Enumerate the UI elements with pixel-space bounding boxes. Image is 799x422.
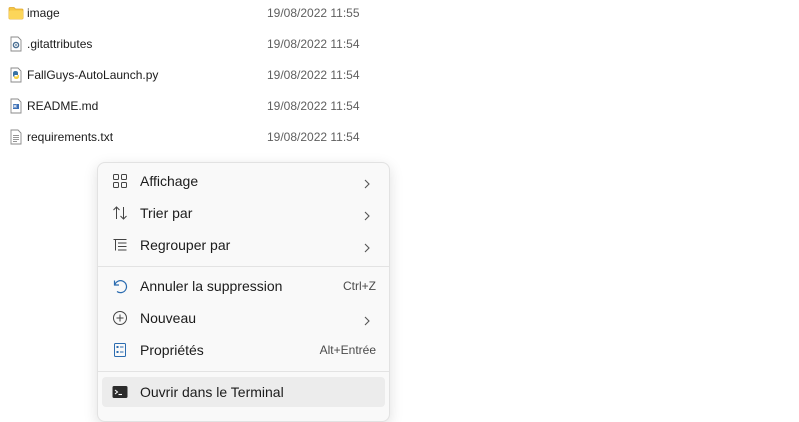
menu-item-regrouper-par[interactable]: Regrouper par [102,230,385,260]
terminal-icon [112,384,128,400]
menu-shortcut: Alt+Entrée [319,343,376,357]
file-row-image[interactable]: image 19/08/2022 11:55 [0,0,799,28]
sort-icon [112,205,128,221]
file-date: 19/08/2022 11:55 [267,5,360,20]
menu-item-trier-par[interactable]: Trier par [102,198,385,228]
menu-separator [98,266,389,267]
chevron-right-icon [363,313,371,326]
file-row-python[interactable]: FallGuys-AutoLaunch.py 19/08/2022 11:54 [0,59,799,90]
menu-label: Affichage [140,173,199,189]
text-file-icon [8,129,24,145]
menu-label: Annuler la suppression [140,278,283,294]
menu-label: Trier par [140,205,193,221]
file-name: image [27,5,60,20]
new-plus-icon [112,310,128,326]
menu-label: Nouveau [140,310,197,326]
chevron-right-icon [363,176,371,189]
file-name: .gitattributes [27,36,93,51]
folder-icon [8,5,24,21]
file-name: README.md [27,98,99,113]
menu-shortcut: Ctrl+Z [343,279,376,293]
menu-item-affichage[interactable]: Affichage [102,166,385,196]
markdown-file-icon [8,98,24,114]
menu-item-nouveau[interactable]: Nouveau [102,303,385,333]
file-date: 19/08/2022 11:54 [267,36,360,51]
context-menu: Affichage Trier par Regrouper par Annule… [97,162,390,422]
menu-item-annuler-suppression[interactable]: Annuler la suppression Ctrl+Z [102,271,385,301]
file-row-readme[interactable]: README.md 19/08/2022 11:54 [0,90,799,121]
menu-label: Propriétés [140,342,204,358]
chevron-right-icon [363,208,371,221]
menu-separator [98,371,389,372]
file-list: image 19/08/2022 11:55 .gitattributes 19… [0,0,799,155]
file-name: requirements.txt [27,129,114,144]
file-name: FallGuys-AutoLaunch.py [27,67,159,82]
menu-item-ouvrir-terminal[interactable]: Ouvrir dans le Terminal [102,377,385,407]
undo-icon [112,278,128,294]
properties-icon [112,342,128,358]
menu-label: Regrouper par [140,237,231,253]
file-row-gitattributes[interactable]: .gitattributes 19/08/2022 11:54 [0,28,799,59]
file-date: 19/08/2022 11:54 [267,67,360,82]
python-file-icon [8,67,24,83]
group-list-icon [112,237,128,253]
file-date: 19/08/2022 11:54 [267,129,360,144]
file-row-requirements[interactable]: requirements.txt 19/08/2022 11:54 [0,121,799,152]
menu-item-proprietes[interactable]: Propriétés Alt+Entrée [102,335,385,365]
menu-label: Ouvrir dans le Terminal [140,384,284,400]
grid-view-icon [112,173,128,189]
settings-file-icon [8,36,24,52]
file-date: 19/08/2022 11:54 [267,98,360,113]
chevron-right-icon [363,240,371,253]
